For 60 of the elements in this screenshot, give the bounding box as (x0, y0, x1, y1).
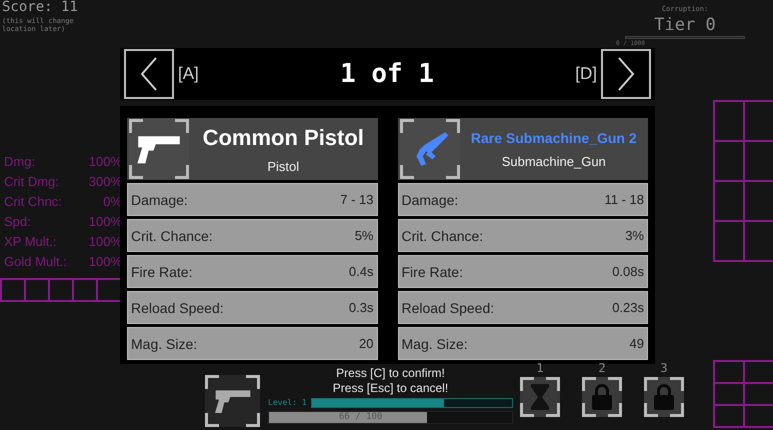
padlock-icon (652, 383, 676, 412)
stat-label: Reload Speed: (402, 300, 494, 316)
ability-key: 2 (598, 362, 606, 376)
score-text: Score: 11 (2, 0, 79, 16)
stat-label: XP Mult.: (4, 234, 57, 249)
prompt-text: Press [Esc] to cancel! (332, 381, 448, 395)
stat-label: Crit. Chance: (402, 228, 484, 244)
corner-bracket (175, 119, 189, 133)
padlock-icon (590, 383, 614, 412)
hourglass-icon (529, 383, 551, 412)
key-hint: [A] (178, 64, 199, 84)
stat-label: Spd: (4, 214, 31, 229)
corner-bracket (246, 413, 260, 427)
stat-value: 0.3s (348, 300, 374, 315)
previous-button[interactable] (124, 49, 174, 99)
stat-value: 7 - 13 (340, 192, 374, 207)
key-hint: [D] (575, 64, 597, 84)
stat-value: 5% (354, 228, 374, 243)
page-counter: 1 of 1 (340, 59, 434, 89)
stat-label: Crit Dmg: (4, 174, 59, 189)
stat-label: Reload Speed: (131, 300, 224, 316)
ability-slot[interactable] (520, 377, 560, 418)
stat-label: Crit. Chance: (131, 228, 213, 244)
ability-slot[interactable] (644, 377, 684, 418)
stat-label: Damage: (402, 192, 458, 208)
stat-label: Mag. Size: (131, 336, 198, 352)
corner-bracket (446, 165, 460, 179)
stat-label: Dmg: (4, 154, 36, 169)
corner-bracket (400, 165, 414, 179)
prompt-text: Press [C] to confirm! (336, 366, 445, 380)
ability-slot[interactable] (582, 377, 622, 418)
stat-value: 3% (625, 228, 644, 243)
ability-key: 1 (536, 362, 544, 376)
next-button[interactable] (600, 49, 651, 99)
corner-bracket (175, 165, 189, 179)
stat-value: 49 (630, 336, 644, 351)
stat-value: 0.4s (348, 264, 374, 279)
stat-label: Mag. Size: (402, 336, 468, 352)
corner-bracket (400, 119, 414, 133)
chevron-right-icon (616, 56, 635, 92)
tier-text: Tier 0 (654, 16, 716, 34)
weapon-type: Submachine_Gun (502, 154, 606, 168)
weapon-name: Common Pistol (202, 124, 364, 150)
weapon-card[interactable]: Common Pistol Pistol Damage: 7 - 13 Crit. Chance: 5% Fire Rate: 0.4s Reload Speed: 0.3s Mag. Size: 20 (127, 118, 378, 360)
weapon-card[interactable]: Rare Submachine_Gun 2 Submachine_Gun Damage: 11 - 18 Crit. Chance: 3% Fire Rate: 0.08s Reload Speed: 0.23s Mag. Size: 49 (398, 118, 648, 360)
corner-bracket (129, 119, 143, 133)
stat-value: 0.08s (612, 264, 644, 279)
level-text: Level: 1 (268, 398, 307, 408)
stat-value: 11 - 18 (604, 192, 644, 207)
chevron-left-icon (140, 56, 158, 92)
stat-label: Crit Chnc: (4, 194, 62, 209)
weapon-type: Pistol (267, 158, 300, 174)
stat-label: Fire Rate: (402, 264, 463, 280)
stat-value: 20 (359, 336, 374, 351)
weapon-name: Rare Submachine_Gun 2 (470, 130, 637, 146)
stat-label: Fire Rate: (131, 264, 192, 280)
ability-key: 3 (660, 362, 668, 376)
stat-value: 0.23s (612, 300, 644, 315)
stat-label: Gold Mult.: (4, 254, 67, 269)
stat-label: Damage: (131, 192, 188, 208)
